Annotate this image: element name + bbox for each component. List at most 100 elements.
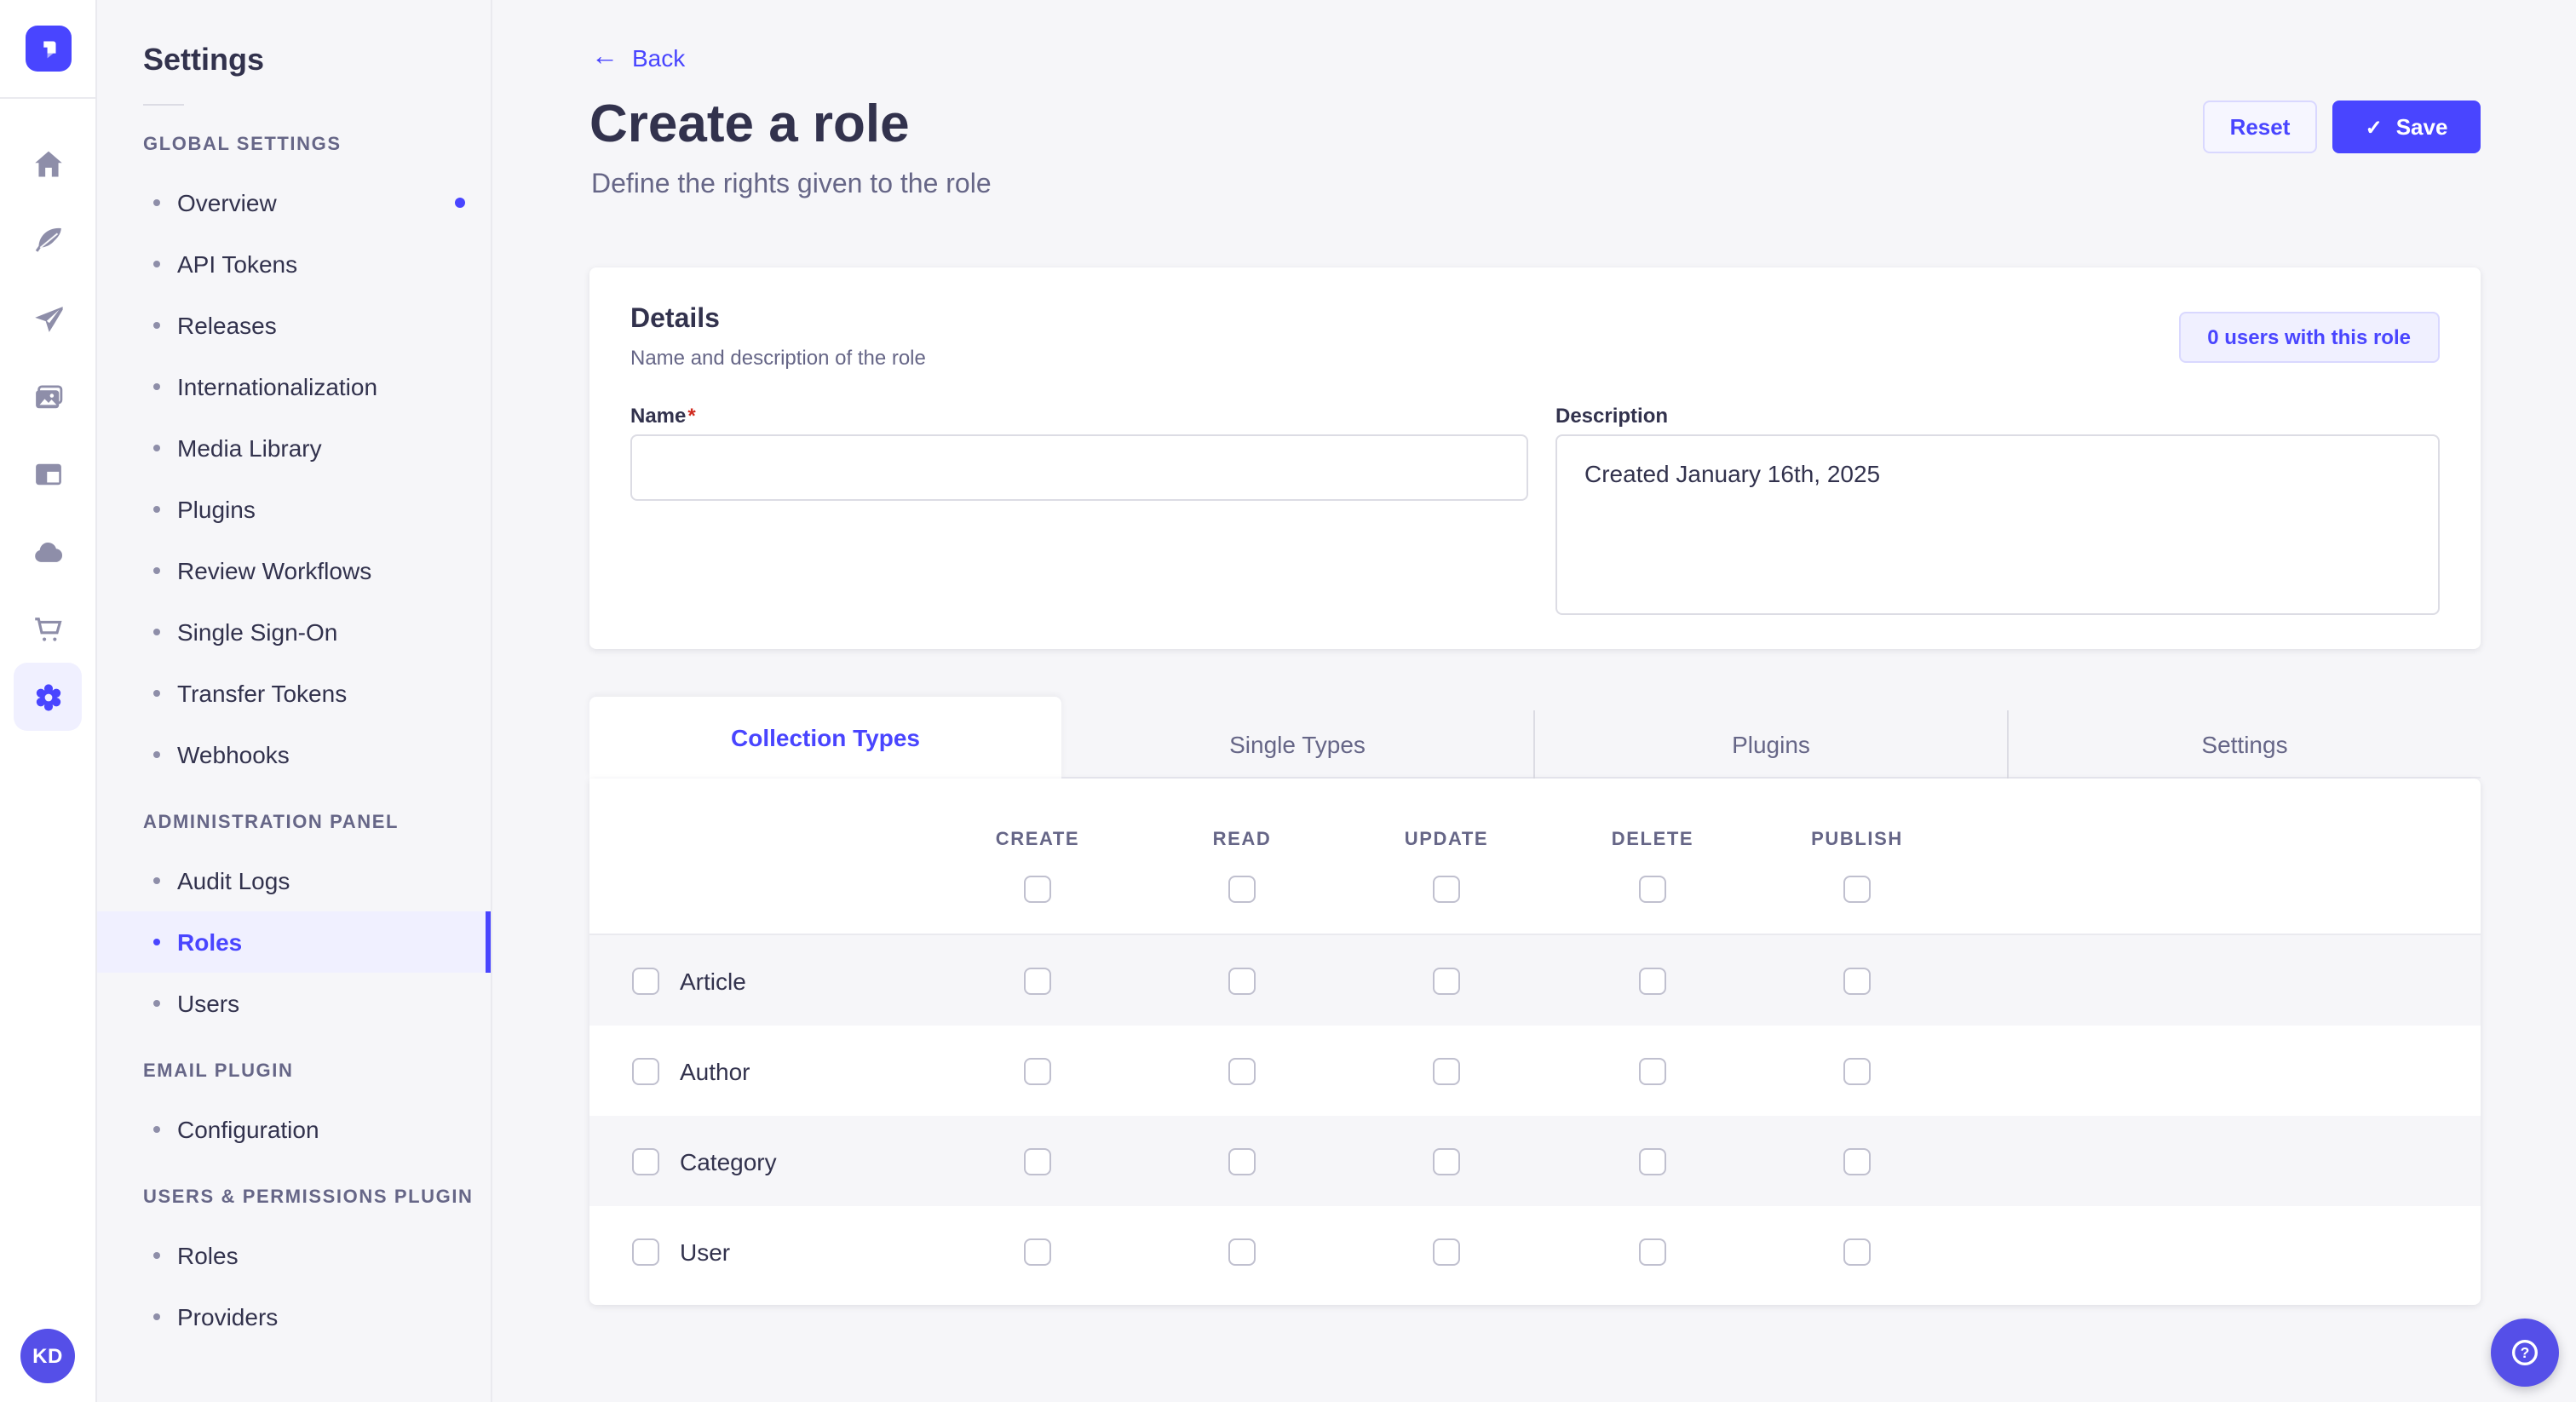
permissions-section: Collection Types Single Types Plugins Se… <box>589 697 2481 1305</box>
sidebar-item-label: Users <box>177 990 239 1017</box>
sidebar-item-label: Webhooks <box>177 741 290 768</box>
sidebar-item-label: API Tokens <box>177 250 297 278</box>
help-button[interactable]: ? <box>2491 1319 2559 1387</box>
article-publish-checkbox[interactable] <box>1843 967 1871 994</box>
sidebar-item-label: Roles <box>177 928 242 956</box>
tab-collection-types[interactable]: Collection Types <box>589 697 1061 779</box>
sidebar-item-users[interactable]: Users <box>97 973 491 1034</box>
author-update-checkbox[interactable] <box>1433 1057 1460 1084</box>
article-update-checkbox[interactable] <box>1433 967 1460 994</box>
author-publish-checkbox[interactable] <box>1843 1057 1871 1084</box>
sidebar-item-review-workflows[interactable]: Review Workflows <box>97 540 491 601</box>
bullet-dot <box>153 1313 160 1320</box>
row-select-checkbox[interactable] <box>632 1147 659 1175</box>
back-link[interactable]: ← Back <box>591 44 685 72</box>
sidebar-item-webhooks[interactable]: Webhooks <box>97 724 491 785</box>
sidebar-item-label: Overview <box>177 189 277 216</box>
description-field-label: Description <box>1555 404 1668 428</box>
cloud-icon[interactable] <box>14 518 82 586</box>
bullet-dot <box>153 567 160 574</box>
user-delete-checkbox[interactable] <box>1639 1238 1666 1265</box>
tab-settings[interactable]: Settings <box>2007 710 2481 779</box>
sidebar-item-audit-logs[interactable]: Audit Logs <box>97 850 491 911</box>
administration-panel-list: Audit Logs Roles Users <box>97 850 491 1034</box>
article-read-checkbox[interactable] <box>1228 967 1256 994</box>
user-create-checkbox[interactable] <box>1024 1238 1051 1265</box>
users-with-role-button[interactable]: 0 users with this role <box>2178 312 2440 363</box>
sidebar-item-media-library[interactable]: Media Library <box>97 417 491 479</box>
strapi-logo-glyph <box>34 34 63 63</box>
bullet-dot <box>153 506 160 513</box>
bullet-dot <box>153 445 160 451</box>
category-create-checkbox[interactable] <box>1024 1147 1051 1175</box>
author-read-checkbox[interactable] <box>1228 1057 1256 1084</box>
sidebar-item-label: Media Library <box>177 434 322 462</box>
category-read-checkbox[interactable] <box>1228 1147 1256 1175</box>
sidebar-item-roles-selected[interactable]: Roles <box>97 911 491 973</box>
row-select-checkbox[interactable] <box>632 1057 659 1084</box>
select-all-create-checkbox[interactable] <box>1024 876 1051 903</box>
tab-single-types[interactable]: Single Types <box>1061 710 1533 779</box>
select-all-update-checkbox[interactable] <box>1433 876 1460 903</box>
name-input[interactable] <box>630 434 1528 501</box>
sidebar-item-label: Review Workflows <box>177 557 371 584</box>
user-read-checkbox[interactable] <box>1228 1238 1256 1265</box>
strapi-logo-icon[interactable] <box>26 26 72 72</box>
layout-icon[interactable] <box>14 440 82 508</box>
permissions-rows: Article Author <box>589 935 2481 1296</box>
author-delete-checkbox[interactable] <box>1639 1057 1666 1084</box>
tab-bar: Collection Types Single Types Plugins Se… <box>589 697 2481 779</box>
bullet-dot <box>153 751 160 758</box>
article-create-checkbox[interactable] <box>1024 967 1051 994</box>
table-row-author: Author <box>589 1026 2481 1116</box>
author-create-checkbox[interactable] <box>1024 1057 1051 1084</box>
sidebar-item-up-roles[interactable]: Roles <box>97 1225 491 1286</box>
sidebar-item-single-sign-on[interactable]: Single Sign-On <box>97 601 491 663</box>
sidebar-item-label: Transfer Tokens <box>177 680 347 707</box>
name-field-label: Name* <box>630 404 696 428</box>
category-delete-checkbox[interactable] <box>1639 1147 1666 1175</box>
bullet-dot <box>153 199 160 206</box>
paper-plane-icon[interactable] <box>14 284 82 353</box>
article-delete-checkbox[interactable] <box>1639 967 1666 994</box>
email-plugin-list: Configuration <box>97 1099 491 1160</box>
media-library-icon[interactable] <box>14 363 82 431</box>
row-select-checkbox[interactable] <box>632 967 659 994</box>
sidebar-item-releases[interactable]: Releases <box>97 295 491 356</box>
category-update-checkbox[interactable] <box>1433 1147 1460 1175</box>
section-label-global-settings: GLOBAL SETTINGS <box>143 135 491 155</box>
save-button[interactable]: ✓ Save <box>2332 101 2481 153</box>
sidebar-item-configuration[interactable]: Configuration <box>97 1099 491 1160</box>
home-icon[interactable] <box>14 129 82 198</box>
select-all-read-checkbox[interactable] <box>1228 876 1256 903</box>
strapi-admin-app: KD Settings GLOBAL SETTINGS Overview API… <box>0 0 2576 1402</box>
row-select-checkbox[interactable] <box>632 1238 659 1265</box>
select-all-publish-checkbox[interactable] <box>1843 876 1871 903</box>
user-update-checkbox[interactable] <box>1433 1238 1460 1265</box>
sidebar-item-api-tokens[interactable]: API Tokens <box>97 233 491 295</box>
tab-plugins[interactable]: Plugins <box>1533 710 2007 779</box>
column-header-publish: PUBLISH <box>1811 830 1903 850</box>
sidebar-item-transfer-tokens[interactable]: Transfer Tokens <box>97 663 491 724</box>
sidebar-item-label: Single Sign-On <box>177 618 337 646</box>
bullet-dot <box>153 690 160 697</box>
sidebar-item-providers[interactable]: Providers <box>97 1286 491 1347</box>
feather-icon[interactable] <box>14 206 82 274</box>
sidebar-item-internationalization[interactable]: Internationalization <box>97 356 491 417</box>
description-textarea[interactable]: Created January 16th, 2025 <box>1555 434 2440 615</box>
category-publish-checkbox[interactable] <box>1843 1147 1871 1175</box>
icon-rail: KD <box>0 0 97 1402</box>
select-all-delete-checkbox[interactable] <box>1639 876 1666 903</box>
sidebar-item-plugins[interactable]: Plugins <box>97 479 491 540</box>
reset-button[interactable]: Reset <box>2203 101 2317 153</box>
user-avatar[interactable]: KD <box>20 1329 75 1383</box>
user-publish-checkbox[interactable] <box>1843 1238 1871 1265</box>
save-label: Save <box>2396 114 2448 140</box>
bullet-dot <box>153 322 160 329</box>
sidebar-item-overview[interactable]: Overview <box>97 172 491 233</box>
cart-icon[interactable] <box>14 595 82 663</box>
check-icon: ✓ <box>2366 115 2383 139</box>
sidebar-title-divider <box>143 104 184 106</box>
gear-icon[interactable] <box>14 663 82 731</box>
main-content: ← Back Create a role Define the rights g… <box>494 0 2576 1402</box>
